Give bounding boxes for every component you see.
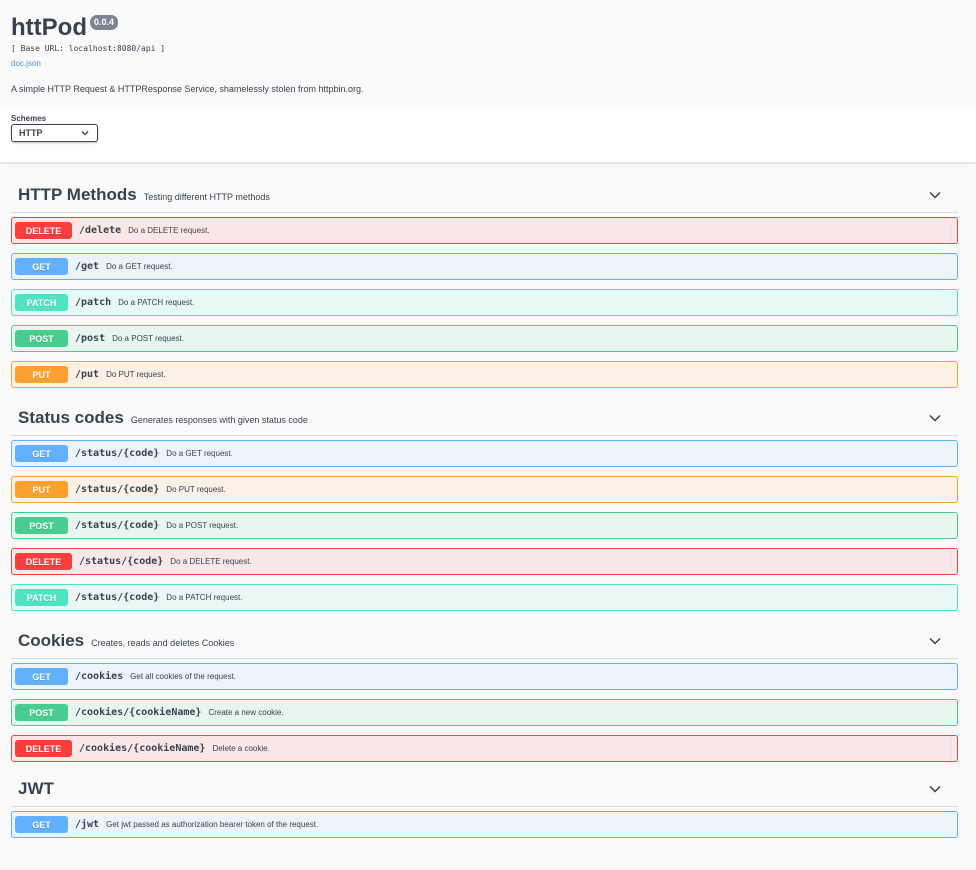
operation-path: /get (75, 261, 100, 272)
operation-path: /status/{code} (75, 520, 160, 531)
method-badge: PUT (15, 366, 68, 383)
scheme-select[interactable]: HTTP (11, 124, 98, 142)
operation-path: /cookies (75, 671, 124, 682)
operation-summary: Do a PATCH request. (118, 298, 195, 307)
operation-summary: Do a POST request. (112, 334, 184, 343)
tag-title: Status codes Generates responses with giv… (18, 408, 308, 428)
operation-get[interactable]: GET/cookies Get all cookies of the reques… (11, 663, 958, 690)
operation-summary: Get all cookies of the request. (130, 672, 237, 681)
tag-header[interactable]: JWT (11, 771, 958, 807)
operation-path: /status/{code} (75, 592, 160, 603)
operation-path: /status/{code} (75, 484, 160, 495)
operation-summary: Do a GET request. (106, 262, 173, 271)
chevron-down-icon[interactable] (928, 411, 942, 425)
method-badge: DELETE (15, 222, 72, 239)
tag-header[interactable]: Status codes Generates responses with giv… (11, 400, 958, 436)
operation-path: /status/{code} (75, 448, 160, 459)
method-badge: PATCH (15, 294, 68, 311)
operation-patch[interactable]: PATCH/status/{code} Do a PATCH request. (11, 584, 958, 611)
info-section: httPod 0.0.4 [ Base URL: localhost:8080/… (0, 0, 976, 107)
tag-name: Cookies (18, 630, 85, 650)
tag-header[interactable]: Cookies Creates, reads and deletes Cookie… (11, 623, 958, 659)
tag-title: Cookies Creates, reads and deletes Cookie… (18, 631, 234, 651)
tag-title: HTTP Methods Testing different HTTP metho… (18, 185, 270, 205)
method-badge: POST (15, 330, 68, 347)
operation-summary: Do a POST request. (166, 521, 239, 530)
title-row: httPod 0.0.4 (11, 14, 965, 42)
operation-get[interactable]: GET/status/{code} Do a GET request. (11, 440, 958, 467)
operation-path: /patch (75, 297, 112, 308)
operation-summary: Get jwt passed as authorization bearer t… (106, 820, 319, 829)
method-badge: GET (15, 445, 68, 462)
tag-section-jwt: JWT GET/jwt Get jwt passed as authorizatio… (11, 771, 958, 838)
method-badge: PUT (15, 481, 68, 498)
api-description: A simple HTTP Request & HTTPResponse Ser… (11, 84, 364, 94)
operation-summary: Do a DELETE request. (170, 557, 252, 566)
operation-summary: Do a DELETE request. (128, 226, 210, 235)
operation-summary: Do PUT request. (166, 485, 226, 494)
chevron-down-icon[interactable] (928, 782, 942, 796)
operation-put[interactable]: PUT/put Do PUT request. (11, 361, 958, 388)
operation-summary: Do a GET request. (166, 449, 233, 458)
tag-header[interactable]: HTTP Methods Testing different HTTP metho… (11, 177, 958, 213)
operation-summary: Do PUT request. (106, 370, 166, 379)
operation-delete[interactable]: DELETE/cookies/{cookieName} Delete a cook… (11, 735, 958, 762)
tag-name: HTTP Methods (18, 184, 137, 204)
operation-post[interactable]: POST/cookies/{cookieName} Create a new co… (11, 699, 958, 726)
schemes-label: Schemes (11, 114, 47, 123)
operation-path: /put (75, 369, 100, 380)
scheme-selected-value: HTTP (19, 128, 43, 138)
operation-patch[interactable]: PATCH/patch Do a PATCH request. (11, 289, 958, 316)
schemes-bar: Schemes HTTP (0, 107, 976, 163)
operation-delete[interactable]: DELETE/status/{code} Do a DELETE request. (11, 548, 958, 575)
operation-put[interactable]: PUT/status/{code} Do PUT request. (11, 476, 958, 503)
method-badge: POST (15, 704, 68, 721)
chevron-down-icon[interactable] (928, 634, 942, 648)
operation-delete[interactable]: DELETE/delete Do a DELETE request. (11, 217, 958, 244)
chevron-down-icon (81, 131, 89, 136)
tag-section-http-methods: HTTP Methods Testing different HTTP metho… (11, 177, 958, 388)
chevron-down-icon[interactable] (928, 188, 942, 202)
method-badge: GET (15, 816, 68, 833)
operation-path: /delete (79, 225, 122, 236)
tag-section-status-codes: Status codes Generates responses with giv… (11, 400, 958, 611)
operation-summary: Delete a cookie. (212, 744, 270, 753)
method-badge: PATCH (15, 589, 68, 606)
tag-name: JWT (18, 778, 54, 798)
method-badge: DELETE (15, 740, 72, 757)
version-badge: 0.0.4 (89, 15, 119, 30)
doc-json-link[interactable]: doc.json (11, 59, 41, 68)
operation-post[interactable]: POST/status/{code} Do a POST request. (11, 512, 958, 539)
base-url: [ Base URL: localhost:8080/api ] (11, 44, 166, 53)
tag-description: Generates responses with given status co… (130, 414, 308, 425)
tag-description: Testing different HTTP methods (143, 191, 270, 202)
operation-path: /post (75, 333, 106, 344)
operation-path: /jwt (75, 819, 100, 830)
tag-description: Creates, reads and deletes Cookies (91, 637, 235, 648)
operation-summary: Create a new cookie. (208, 708, 284, 717)
operation-summary: Do a PATCH request. (166, 593, 243, 602)
method-badge: POST (15, 517, 68, 534)
tag-section-cookies: Cookies Creates, reads and deletes Cookie… (11, 623, 958, 762)
method-badge: GET (15, 668, 68, 685)
method-badge: GET (15, 258, 68, 275)
tag-name: Status codes (18, 407, 124, 427)
operation-path: /status/{code} (79, 556, 164, 567)
operation-get[interactable]: GET/get Do a GET request. (11, 253, 958, 280)
api-title: httPod (11, 14, 87, 41)
method-badge: DELETE (15, 553, 72, 570)
operation-path: /cookies/{cookieName} (75, 707, 202, 718)
tag-title: JWT (18, 779, 61, 799)
operations-list: HTTP Methods Testing different HTTP metho… (0, 177, 976, 838)
operation-get[interactable]: GET/jwt Get jwt passed as authorization b… (11, 811, 958, 838)
operation-post[interactable]: POST/post Do a POST request. (11, 325, 958, 352)
operation-path: /cookies/{cookieName} (79, 743, 206, 754)
